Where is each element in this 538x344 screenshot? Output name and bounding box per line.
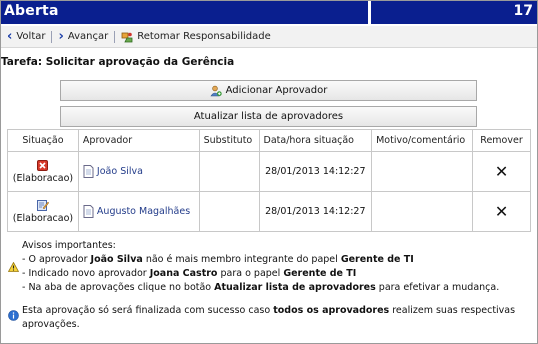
- task-title: Tarefa: Solicitar aprovação da Gerência: [1, 56, 235, 68]
- document-icon: [83, 165, 94, 178]
- col-header-substituto: Substituto: [198, 129, 260, 152]
- notice-line: - O aprovador João Silva não é mais memb…: [22, 254, 414, 265]
- approver-link[interactable]: João Silva: [97, 166, 143, 177]
- close-icon[interactable]: ✕: [495, 162, 508, 181]
- notice-line: - Na aba de aprovações clique no botão A…: [22, 282, 500, 293]
- remove-cell: ✕: [472, 151, 531, 192]
- approvers-table: Situação Aprovador Substituto Data/hora …: [7, 129, 531, 232]
- resume-responsibility-button[interactable]: Retomar Responsabilidade: [121, 31, 271, 43]
- back-button[interactable]: ‹ Voltar: [7, 28, 46, 44]
- info-icon: [8, 310, 19, 321]
- toolbar: ‹ Voltar › Avançar Retomar Responsabilid…: [1, 26, 537, 48]
- forward-button[interactable]: › Avançar: [58, 28, 109, 44]
- status-text: (Elaboracao): [12, 213, 74, 224]
- datetime-cell: 28/01/2013 14:12:27: [258, 151, 373, 192]
- remove-cell: ✕: [472, 191, 531, 232]
- reason-cell: [371, 191, 474, 232]
- status-cell: (Elaboracao): [7, 151, 79, 192]
- approver-cell: João Silva: [77, 151, 200, 192]
- notices-heading: Avisos importantes:: [22, 240, 116, 251]
- update-approvers-label: Atualizar lista de aprovadores: [193, 111, 344, 122]
- chevron-right-icon: ›: [58, 28, 64, 44]
- task-number: 17: [513, 3, 533, 19]
- substitute-cell: [198, 191, 260, 232]
- resume-label: Retomar Responsabilidade: [137, 31, 271, 42]
- document-icon: [83, 205, 94, 218]
- chevron-left-icon: ‹: [7, 28, 13, 44]
- forward-label: Avançar: [67, 31, 109, 42]
- red-x-icon: [37, 159, 49, 171]
- toolbar-separator: [51, 30, 53, 43]
- table-header-row: Situação Aprovador Substituto Data/hora …: [7, 129, 531, 152]
- notice-line: - Indicado novo aprovador Joana Castro p…: [22, 268, 357, 279]
- reason-cell: [371, 151, 474, 192]
- table-row: (Elaboracao) Augusto Magalhães 28/01/201…: [7, 191, 531, 232]
- substitute-cell: [198, 151, 260, 192]
- approver-link[interactable]: Augusto Magalhães: [97, 206, 190, 217]
- datetime-cell: 28/01/2013 14:12:27: [258, 191, 373, 232]
- add-approver-button[interactable]: Adicionar Aprovador: [60, 80, 477, 101]
- col-header-situacao: Situação: [7, 129, 79, 152]
- notices-section: Avisos importantes: - O aprovador João S…: [7, 239, 532, 332]
- close-icon[interactable]: ✕: [495, 202, 508, 221]
- page-title: Aberta: [4, 3, 59, 19]
- approver-cell: Augusto Magalhães: [77, 191, 200, 232]
- col-header-motivo: Motivo/comentário: [371, 129, 474, 152]
- header-divider: [368, 1, 371, 24]
- status-cell: (Elaboracao): [7, 191, 79, 232]
- back-label: Voltar: [16, 31, 46, 42]
- add-user-icon: [210, 85, 222, 96]
- col-header-remover: Remover: [472, 129, 531, 152]
- col-header-aprovador: Aprovador: [77, 129, 200, 152]
- hand-over-icon: [121, 32, 133, 42]
- header-bar: Aberta 17: [1, 1, 537, 24]
- table-row: (Elaboracao) João Silva 28/01/2013 14:12…: [7, 151, 531, 192]
- toolbar-separator: [114, 30, 116, 43]
- status-text: (Elaboracao): [12, 172, 74, 184]
- update-approvers-button[interactable]: Atualizar lista de aprovadores: [60, 106, 477, 127]
- col-header-data: Data/hora situação: [258, 129, 373, 152]
- info-notice: Esta aprovação só será finalizada com su…: [22, 305, 516, 330]
- add-approver-label: Adicionar Aprovador: [225, 85, 328, 96]
- warning-icon: [8, 262, 19, 272]
- edit-form-icon: [36, 200, 49, 211]
